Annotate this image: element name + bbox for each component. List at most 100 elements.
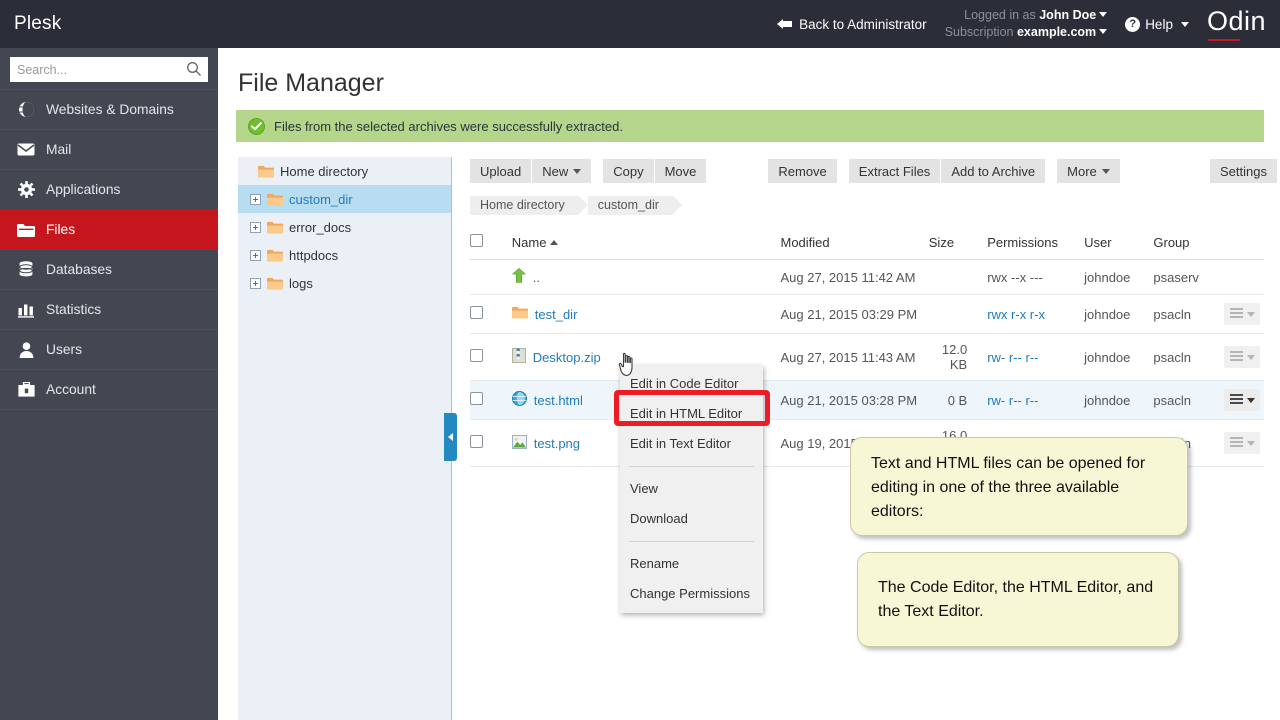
more-button[interactable]: More (1057, 159, 1120, 183)
gear-icon (17, 181, 35, 199)
search-box (10, 57, 208, 82)
remove-button[interactable]: Remove (768, 159, 836, 183)
breadcrumb-item-custom-dir[interactable]: custom_dir (588, 196, 673, 215)
file-name-link[interactable]: Desktop.zip (533, 350, 601, 365)
tree-node-logs[interactable]: logs (238, 269, 451, 297)
row-checkbox[interactable] (470, 306, 483, 319)
column-header-name[interactable]: Name (502, 228, 781, 260)
sidebar-item-websites-domains[interactable]: Websites & Domains (0, 89, 218, 130)
tree-node-error-docs[interactable]: error_docs (238, 213, 451, 241)
callout-tooltip-2: The Code Editor, the HTML Editor, and th… (857, 552, 1179, 647)
tree-node-home-directory[interactable]: Home directory (238, 157, 451, 185)
add-to-archive-button[interactable]: Add to Archive (941, 159, 1045, 183)
tree-node-custom-dir[interactable]: custom_dir (238, 185, 451, 213)
file-table-body: .. Aug 27, 2015 11:42 AM rwx --x --- joh… (470, 260, 1264, 467)
context-menu-item-change-permissions[interactable]: Change Permissions (620, 579, 763, 609)
row-actions-menu-button[interactable] (1224, 432, 1260, 454)
sidebar-item-statistics[interactable]: Statistics (0, 289, 218, 330)
folder-icon (267, 249, 283, 262)
chevron-down-icon (1181, 22, 1189, 27)
upload-button[interactable]: Upload (470, 159, 531, 183)
tree-node-httpdocs[interactable]: httpdocs (238, 241, 451, 269)
permissions-link[interactable]: rw- r-- r-- (987, 393, 1038, 408)
new-button-label: New (542, 164, 568, 179)
toolbar-group-primary: Upload New (470, 159, 591, 183)
file-name-wrap[interactable]: test_dir (502, 306, 781, 322)
row-checkbox[interactable] (470, 392, 483, 405)
permissions-link[interactable]: rwx r-x r-x (987, 307, 1045, 322)
folder-icon (17, 221, 35, 239)
table-row[interactable]: test_dir Aug 21, 2015 03:29 PM rwx r-x r… (470, 295, 1264, 334)
file-name-link[interactable]: test.png (534, 436, 580, 451)
hamburger-icon (1230, 394, 1243, 406)
column-header-modified[interactable]: Modified (781, 228, 929, 260)
expand-plus-icon[interactable] (250, 250, 261, 261)
sidebar-item-account[interactable]: Account (0, 369, 218, 410)
expand-plus-icon[interactable] (250, 278, 261, 289)
sidebar-item-files[interactable]: Files (0, 209, 218, 250)
row-modified-cell: Aug 27, 2015 11:43 AM (781, 334, 929, 381)
logged-in-row[interactable]: Logged in as John Doe (945, 7, 1108, 24)
back-to-administrator-link[interactable]: Back to Administrator (777, 17, 927, 32)
row-size-cell (929, 260, 987, 295)
row-checkbox[interactable] (470, 349, 483, 362)
sidebar-item-users[interactable]: Users (0, 329, 218, 370)
row-permissions-cell: rw- r-- r-- (987, 334, 1084, 381)
copy-button[interactable]: Copy (603, 159, 653, 183)
context-menu-item-rename[interactable]: Rename (620, 549, 763, 579)
search-icon[interactable] (186, 61, 202, 77)
help-menu[interactable]: ? Help (1125, 17, 1189, 32)
permissions-link[interactable]: rw- r-- r-- (987, 350, 1038, 365)
file-name-link[interactable]: test_dir (535, 307, 578, 322)
column-header-size[interactable]: Size (929, 228, 987, 260)
breadcrumb: Home directory custom_dir (470, 196, 682, 215)
context-menu-item-edit-code-editor[interactable]: Edit in Code Editor (620, 369, 763, 399)
row-size-cell: 12.0 KB (929, 334, 987, 381)
chevron-down-icon (1247, 441, 1255, 446)
context-menu-item-download[interactable]: Download (620, 504, 763, 534)
table-row[interactable]: .. Aug 27, 2015 11:42 AM rwx --x --- joh… (470, 260, 1264, 295)
settings-button[interactable]: Settings (1210, 159, 1277, 183)
context-menu-item-view[interactable]: View (620, 474, 763, 504)
bar-chart-icon (17, 301, 35, 319)
expand-plus-icon[interactable] (250, 222, 261, 233)
file-name-link[interactable]: test.html (534, 393, 583, 408)
breadcrumb-item-home[interactable]: Home directory (470, 196, 579, 215)
row-actions-menu-button[interactable] (1224, 303, 1260, 325)
chevron-down-icon (573, 169, 581, 174)
context-menu-item-edit-text-editor[interactable]: Edit in Text Editor (620, 429, 763, 459)
row-modified-cell: Aug 21, 2015 03:28 PM (781, 381, 929, 420)
select-all-checkbox[interactable] (470, 234, 483, 247)
move-button[interactable]: Move (655, 159, 707, 183)
row-checkbox[interactable] (470, 435, 483, 448)
panel-collapse-handle[interactable] (444, 413, 457, 461)
file-name-wrap[interactable]: .. (502, 268, 781, 286)
table-row[interactable]: Desktop.zip Aug 27, 2015 11:43 AM 12.0 K… (470, 334, 1264, 381)
column-header-user[interactable]: User (1084, 228, 1153, 260)
back-to-administrator-label: Back to Administrator (799, 17, 927, 32)
sidebar-item-label: Files (46, 222, 75, 237)
expand-plus-icon[interactable] (250, 194, 261, 205)
sidebar-item-databases[interactable]: Databases (0, 249, 218, 290)
extract-files-button[interactable]: Extract Files (849, 159, 941, 183)
mouse-cursor-pointer-icon (617, 352, 639, 383)
sidebar-item-applications[interactable]: Applications (0, 169, 218, 210)
file-name-wrap[interactable]: Desktop.zip (502, 348, 781, 366)
page-title: File Manager (218, 48, 1280, 98)
column-header-permissions[interactable]: Permissions (987, 228, 1084, 260)
hamburger-icon (1230, 351, 1243, 363)
subscription-row[interactable]: Subscription example.com (945, 24, 1108, 41)
table-row[interactable]: test.html Aug 21, 2015 03:28 PM 0 B rw- … (470, 381, 1264, 420)
row-actions-menu-button[interactable] (1224, 346, 1260, 368)
new-button[interactable]: New (532, 159, 591, 183)
row-actions-menu-button[interactable] (1224, 389, 1260, 411)
context-menu-item-edit-html-editor[interactable]: Edit in HTML Editor (620, 399, 763, 429)
column-header-group[interactable]: Group (1153, 228, 1224, 260)
file-list-table: Name Modified Size Permissions User Grou… (470, 228, 1264, 467)
row-group-cell: psacln (1153, 295, 1224, 334)
search-input[interactable] (10, 57, 208, 82)
row-modified-cell: Aug 21, 2015 03:29 PM (781, 295, 929, 334)
sidebar-item-mail[interactable]: Mail (0, 129, 218, 170)
row-size-cell: 0 B (929, 381, 987, 420)
account-info-block: Logged in as John Doe Subscription examp… (945, 7, 1108, 41)
